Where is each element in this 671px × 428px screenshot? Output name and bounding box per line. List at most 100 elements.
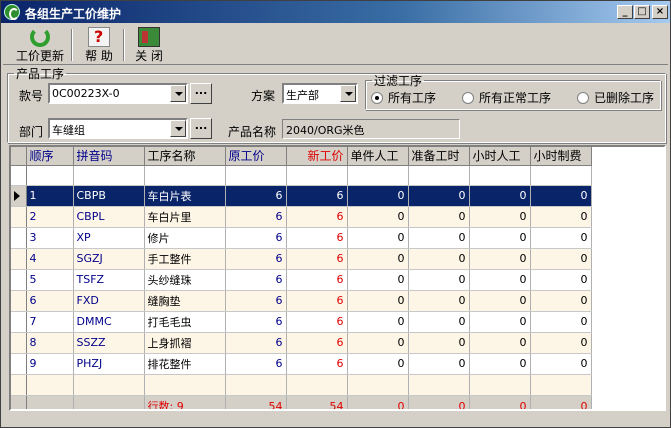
- row-indicator[interactable]: [11, 206, 27, 228]
- style-number-combo[interactable]: 0C00223X-0: [48, 83, 188, 104]
- table-row[interactable]: 8 SSZZ 上身抓褶 6 6 0 0 0 0: [11, 332, 592, 354]
- hour-cost-cell[interactable]: 0: [530, 269, 592, 291]
- filter-cell[interactable]: [286, 165, 348, 186]
- seq-cell[interactable]: 1: [26, 185, 74, 207]
- original-price-cell[interactable]: 6: [225, 227, 287, 249]
- hour-cost-cell[interactable]: 0: [530, 185, 592, 207]
- unit-labor-cell[interactable]: 0: [347, 206, 409, 228]
- original-price-cell[interactable]: 6: [225, 206, 287, 228]
- original-price-cell[interactable]: 6: [225, 185, 287, 207]
- original-price-cell[interactable]: 6: [225, 353, 287, 375]
- pinyin-cell[interactable]: FXD: [73, 290, 145, 312]
- new-price-cell[interactable]: 6: [286, 227, 348, 249]
- pinyin-cell[interactable]: PHZJ: [73, 353, 145, 375]
- hour-cost-cell[interactable]: 0: [530, 248, 592, 270]
- unit-labor-cell[interactable]: 0: [347, 227, 409, 249]
- process-name-cell[interactable]: 修片: [144, 227, 226, 249]
- pinyin-cell[interactable]: SGZJ: [73, 248, 145, 270]
- seq-cell[interactable]: 8: [26, 332, 74, 354]
- seq-cell[interactable]: 4: [26, 248, 74, 270]
- hour-labor-cell[interactable]: 0: [469, 227, 531, 249]
- filter-cell[interactable]: [530, 165, 592, 186]
- seq-cell[interactable]: 9: [26, 353, 74, 375]
- process-name-cell[interactable]: 手工整件: [144, 248, 226, 270]
- department-combo[interactable]: 车缝组: [48, 118, 188, 139]
- col-header-hour-labor[interactable]: 小时人工: [469, 147, 531, 166]
- prep-time-cell[interactable]: 0: [408, 290, 470, 312]
- col-header-pinyin[interactable]: 拼音码: [73, 147, 145, 166]
- scheme-combo[interactable]: 生产部: [282, 83, 358, 104]
- seq-cell[interactable]: 3: [26, 227, 74, 249]
- department-lookup-button[interactable]: ...: [190, 118, 212, 139]
- col-header-seq[interactable]: 顺序: [26, 147, 74, 166]
- process-name-cell[interactable]: 打毛毛虫: [144, 311, 226, 333]
- col-header-prep-time[interactable]: 准备工时: [408, 147, 470, 166]
- seq-cell[interactable]: 5: [26, 269, 74, 291]
- process-name-cell[interactable]: 排花整件: [144, 353, 226, 375]
- col-header-hour-cost[interactable]: 小时制费: [530, 147, 592, 166]
- unit-labor-cell[interactable]: 0: [347, 353, 409, 375]
- title-bar[interactable]: 各组生产工价维护 _ □ ×: [1, 1, 670, 23]
- original-price-cell[interactable]: 6: [225, 332, 287, 354]
- hour-cost-cell[interactable]: 0: [530, 353, 592, 375]
- original-price-cell[interactable]: 6: [225, 269, 287, 291]
- hour-labor-cell[interactable]: 0: [469, 311, 531, 333]
- price-update-button[interactable]: 工价更新: [13, 27, 67, 63]
- process-name-cell[interactable]: 上身抓褶: [144, 332, 226, 354]
- radio-all-processes[interactable]: 所有工序: [371, 89, 436, 106]
- close-button[interactable]: 关 闭: [127, 27, 171, 63]
- hour-cost-cell[interactable]: 0: [530, 311, 592, 333]
- style-lookup-button[interactable]: ...: [190, 83, 212, 104]
- row-indicator[interactable]: [11, 311, 27, 333]
- original-price-cell[interactable]: 6: [225, 311, 287, 333]
- new-price-cell[interactable]: 6: [286, 185, 348, 207]
- new-price-cell[interactable]: 6: [286, 248, 348, 270]
- hour-labor-cell[interactable]: 0: [469, 353, 531, 375]
- original-price-cell[interactable]: 6: [225, 248, 287, 270]
- unit-labor-cell[interactable]: 0: [347, 290, 409, 312]
- help-button[interactable]: 帮 助: [77, 27, 121, 63]
- table-row[interactable]: 2 CBPL 车白片里 6 6 0 0 0 0: [11, 206, 592, 228]
- unit-labor-cell[interactable]: 0: [347, 185, 409, 207]
- hour-labor-cell[interactable]: 0: [469, 290, 531, 312]
- pinyin-cell[interactable]: SSZZ: [73, 332, 145, 354]
- unit-labor-cell[interactable]: 0: [347, 269, 409, 291]
- filter-cell[interactable]: [73, 165, 145, 186]
- filter-cell[interactable]: [225, 165, 287, 186]
- hour-labor-cell[interactable]: 0: [469, 248, 531, 270]
- pinyin-cell[interactable]: DMMC: [73, 311, 145, 333]
- seq-cell[interactable]: 7: [26, 311, 74, 333]
- prep-time-cell[interactable]: 0: [408, 311, 470, 333]
- row-indicator[interactable]: [11, 332, 27, 354]
- original-price-cell[interactable]: 6: [225, 290, 287, 312]
- hour-cost-cell[interactable]: 0: [530, 206, 592, 228]
- process-price-grid[interactable]: 顺序 拼音码 工序名称 原工价 新工价 单件人工 准备工时 小时人工 小时制费 …: [9, 145, 666, 411]
- table-row[interactable]: 5 TSFZ 头纱缝珠 6 6 0 0 0 0: [11, 269, 592, 291]
- unit-labor-cell[interactable]: 0: [347, 248, 409, 270]
- pinyin-cell[interactable]: XP: [73, 227, 145, 249]
- row-indicator[interactable]: [11, 185, 27, 207]
- pinyin-cell[interactable]: TSFZ: [73, 269, 145, 291]
- process-name-cell[interactable]: 车白片表: [144, 185, 226, 207]
- new-price-cell[interactable]: 6: [286, 332, 348, 354]
- new-price-cell[interactable]: 6: [286, 269, 348, 291]
- row-indicator[interactable]: [11, 227, 27, 249]
- new-price-cell[interactable]: 6: [286, 311, 348, 333]
- chevron-down-icon[interactable]: [170, 85, 186, 102]
- hour-cost-cell[interactable]: 0: [530, 227, 592, 249]
- unit-labor-cell[interactable]: 0: [347, 311, 409, 333]
- unit-labor-cell[interactable]: 0: [347, 332, 409, 354]
- row-indicator[interactable]: [11, 269, 27, 291]
- prep-time-cell[interactable]: 0: [408, 353, 470, 375]
- prep-time-cell[interactable]: 0: [408, 248, 470, 270]
- col-header-process-name[interactable]: 工序名称: [144, 147, 226, 166]
- hour-cost-cell[interactable]: 0: [530, 290, 592, 312]
- table-row[interactable]: 6 FXD 缝胸垫 6 6 0 0 0 0: [11, 290, 592, 312]
- hour-labor-cell[interactable]: 0: [469, 206, 531, 228]
- minimize-button[interactable]: _: [617, 5, 633, 19]
- table-row[interactable]: 9 PHZJ 排花整件 6 6 0 0 0 0: [11, 353, 592, 375]
- pinyin-cell[interactable]: CBPB: [73, 185, 145, 207]
- table-row[interactable]: 1 CBPB 车白片表 6 6 0 0 0 0: [11, 185, 592, 207]
- col-header-new-price[interactable]: 新工价: [286, 147, 348, 166]
- chevron-down-icon[interactable]: [340, 85, 356, 102]
